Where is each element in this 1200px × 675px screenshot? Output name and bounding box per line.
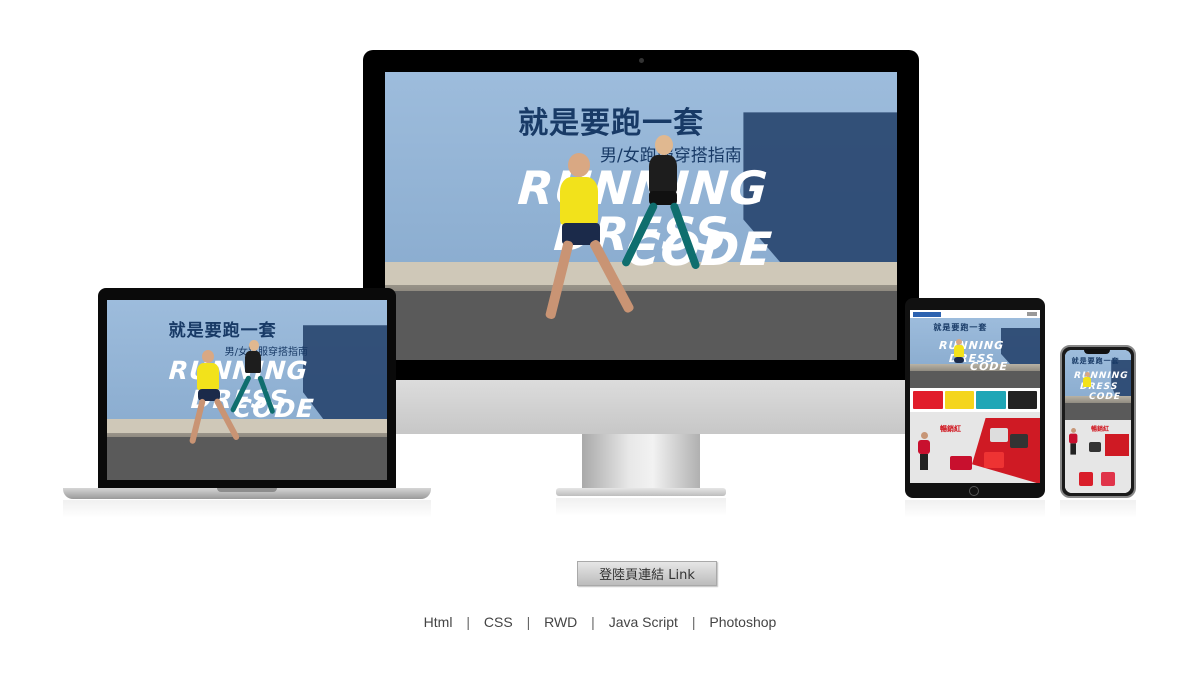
category-thumb[interactable] xyxy=(944,391,974,409)
promo-section: 暢銷紅 xyxy=(1065,420,1131,493)
desktop-monitor-chin xyxy=(363,380,919,434)
hero-zh-title: 就是要跑一套 xyxy=(933,323,988,333)
menu-icon xyxy=(1027,312,1037,316)
male-runner-figure xyxy=(952,339,970,383)
hero-en-line-1: RUNNING xyxy=(167,355,309,385)
laptop-screen: 就是要跑一套 男/女跑服穿搭指南 RUNNING DRESS CODE xyxy=(107,300,387,480)
promo-section: 暢銷紅 xyxy=(910,412,1040,483)
promo-label: 暢銷紅 xyxy=(940,425,961,433)
hero-en-line-3: CODE xyxy=(969,360,1009,373)
webcam-dot xyxy=(639,58,644,63)
desktop-monitor-stand xyxy=(582,434,700,490)
skill-css: CSS xyxy=(483,614,513,630)
tablet-screen: 就是要跑一套 RUNNING DRESS CODE 暢銷紅 xyxy=(910,310,1040,483)
phone-reflection xyxy=(1060,500,1136,518)
skill-photoshop: Photoshop xyxy=(709,614,777,630)
promo-label: 暢銷紅 xyxy=(1091,426,1110,433)
tablet-mockup: 就是要跑一套 RUNNING DRESS CODE 暢銷紅 xyxy=(905,298,1045,498)
male-runner-figure xyxy=(1082,372,1096,406)
hero-zh-title: 就是要跑一套 xyxy=(168,321,277,342)
hero-banner-laptop: 就是要跑一套 男/女跑服穿搭指南 RUNNING DRESS CODE xyxy=(107,300,387,480)
hero-en-line-1: RUNNING xyxy=(938,339,1005,352)
male-runner-figure xyxy=(544,152,635,343)
skill-javascript: Java Script xyxy=(608,614,678,630)
female-runner-figure xyxy=(230,339,276,430)
hero-zh-title: 就是要跑一套 xyxy=(1071,356,1120,365)
skills-list: Html | CSS | RWD | Java Script | Photosh… xyxy=(0,614,1200,630)
category-thumb[interactable] xyxy=(1007,391,1037,409)
tablet-home-button xyxy=(969,486,979,496)
model-figure xyxy=(1069,428,1078,456)
phone-mockup: 就是要跑一套 RUNNING DRESS CODE 暢銷紅 xyxy=(1060,345,1136,498)
skill-rwd: RWD xyxy=(544,614,578,630)
skill-html: Html xyxy=(423,614,453,630)
desktop-screen: 就是要跑一套 男/女跑服穿搭指南 RUNNING DRESS CODE xyxy=(385,72,897,360)
skill-separator: | xyxy=(691,614,696,630)
phone-screen: 就是要跑一套 RUNNING DRESS CODE 暢銷紅 xyxy=(1065,350,1131,493)
tablet-reflection xyxy=(905,500,1045,518)
laptop-trackpad-notch xyxy=(217,488,277,492)
model-figure xyxy=(918,432,930,472)
landing-page-link-button[interactable]: 登陸頁連結 Link xyxy=(577,561,717,586)
category-thumb[interactable] xyxy=(976,391,1006,409)
skill-separator: | xyxy=(591,614,595,630)
site-logo xyxy=(913,311,941,317)
desktop-reflection xyxy=(556,498,726,516)
category-thumbnail-row xyxy=(910,388,1040,412)
category-thumb[interactable] xyxy=(913,391,943,409)
phone-notch xyxy=(1084,349,1110,354)
desktop-monitor-base xyxy=(556,488,726,496)
laptop-reflection xyxy=(63,500,431,518)
laptop-mockup: 就是要跑一套 男/女跑服穿搭指南 RUNNING DRESS CODE xyxy=(98,288,396,488)
desktop-monitor-mockup: 就是要跑一套 男/女跑服穿搭指南 RUNNING DRESS CODE xyxy=(363,50,919,380)
female-runner-figure xyxy=(620,135,701,295)
hero-banner-phone: 就是要跑一套 RUNNING DRESS CODE xyxy=(1065,350,1131,420)
mobile-nav-bar xyxy=(910,310,1040,318)
skill-separator: | xyxy=(526,614,531,630)
skill-separator: | xyxy=(466,614,470,630)
hero-banner-tablet: 就是要跑一套 RUNNING DRESS CODE xyxy=(910,318,1040,388)
hero-banner: 就是要跑一套 男/女跑服穿搭指南 RUNNING DRESS CODE xyxy=(385,72,897,360)
